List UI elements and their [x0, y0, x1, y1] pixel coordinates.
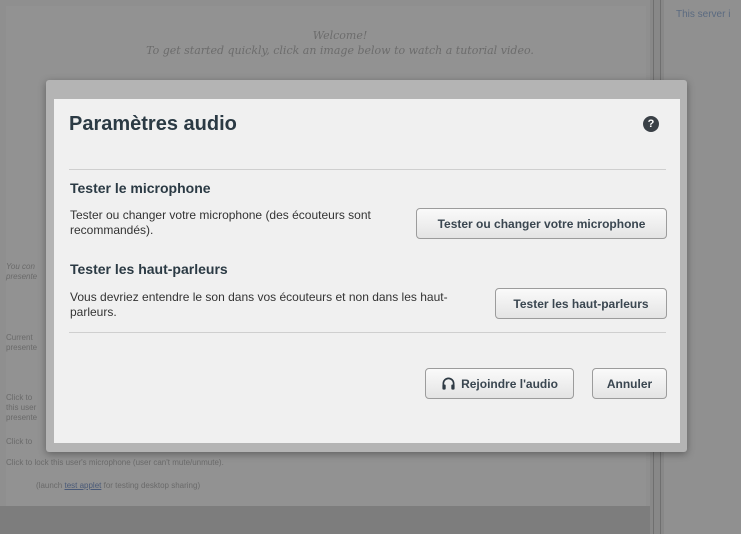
headset-icon	[442, 377, 455, 390]
lock-microphone-text: Click to lock this user's microphone (us…	[6, 458, 224, 467]
side-note-2-line1: Current	[6, 333, 33, 342]
side-note-2-line2: presente	[6, 343, 38, 352]
welcome-subheading: To get started quickly, click an image b…	[146, 44, 534, 57]
divider-bottom	[69, 332, 666, 333]
dialog-title: Paramètres audio	[69, 113, 237, 135]
side-note-3-line1: Click to	[6, 393, 33, 402]
side-note-2: Current presente	[6, 333, 37, 353]
speakers-section-title: Tester les haut-parleurs	[70, 261, 228, 277]
applet-prefix: (launch	[36, 481, 65, 490]
welcome-message: Welcome! To get started quickly, click a…	[60, 28, 620, 58]
side-note-1: You con presente	[6, 262, 37, 282]
side-note-3: Click to this user presente	[6, 393, 37, 423]
join-audio-label: Rejoindre l'audio	[461, 376, 558, 391]
microphone-section-title: Tester le microphone	[70, 180, 211, 196]
side-note-3-line3: presente	[6, 413, 38, 422]
welcome-heading: Welcome!	[312, 29, 368, 42]
help-icon[interactable]: ?	[643, 116, 659, 132]
background-bottom-bar	[0, 506, 650, 534]
side-note-3-line2: this user	[6, 403, 37, 412]
test-applet-link[interactable]: test applet	[64, 481, 101, 490]
speakers-section-description: Vous devriez entendre le son dans vos éc…	[70, 290, 448, 319]
audio-settings-dialog: Paramètres audio ? Tester le microphone …	[54, 99, 680, 443]
applet-suffix: for testing desktop sharing)	[101, 481, 201, 490]
microphone-section-description: Tester ou changer votre microphone (des …	[70, 208, 371, 237]
side-note-1-line2: presente	[6, 272, 38, 281]
side-note-4: Click to	[6, 437, 33, 446]
join-audio-button[interactable]: Rejoindre l'audio	[425, 368, 574, 399]
side-note-1-line1: You con	[6, 262, 35, 271]
cancel-button[interactable]: Annuler	[592, 368, 667, 399]
right-panel-text: This server i	[676, 9, 731, 20]
divider-top	[69, 169, 666, 170]
test-microphone-button[interactable]: Tester ou changer votre microphone	[416, 208, 667, 239]
test-speakers-button[interactable]: Tester les haut-parleurs	[495, 288, 667, 319]
applet-text: (launch test applet for testing desktop …	[36, 481, 200, 491]
